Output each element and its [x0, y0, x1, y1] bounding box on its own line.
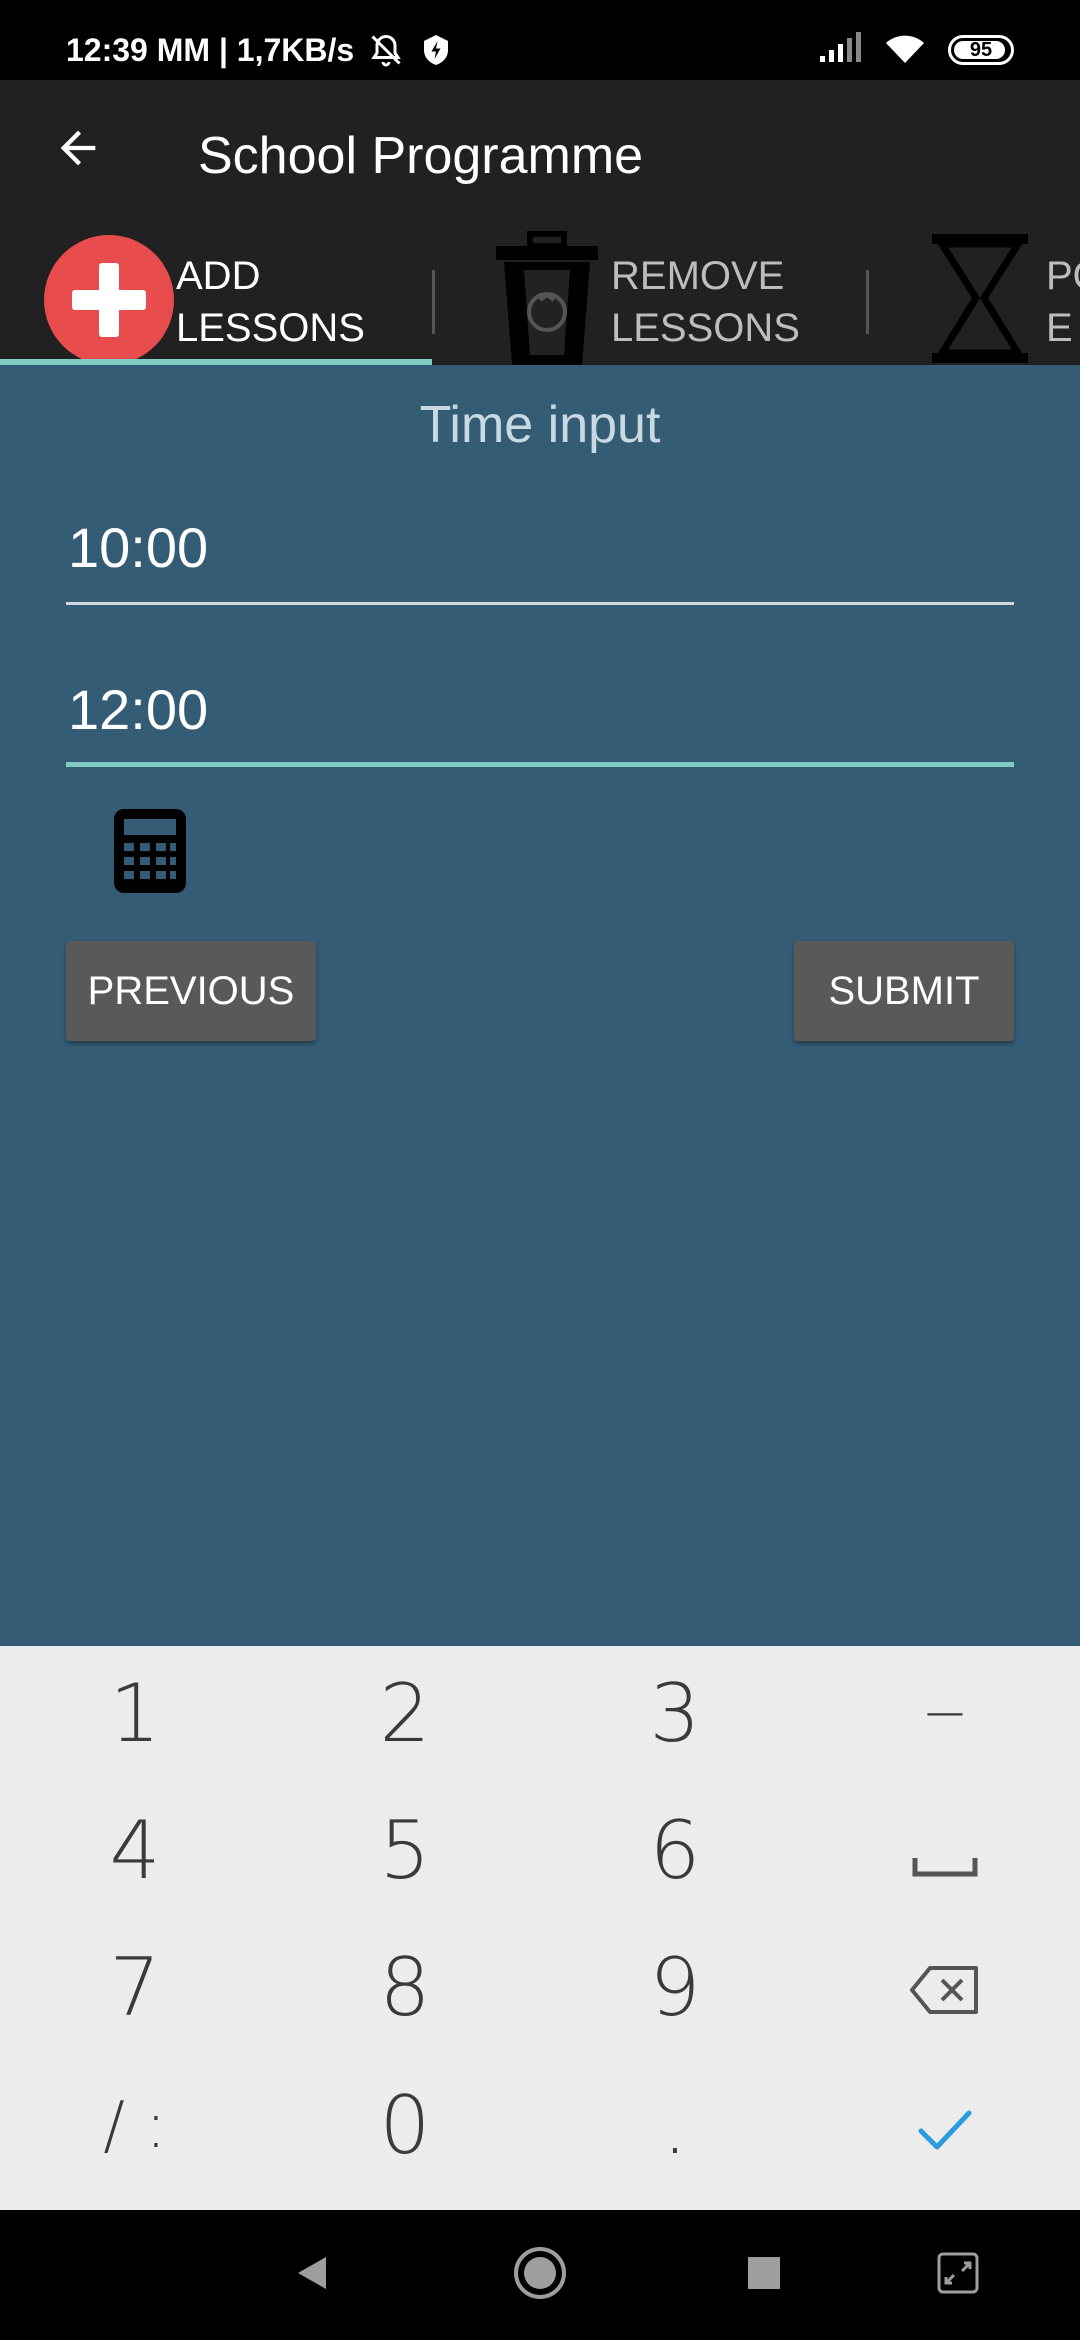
nav-home-button[interactable]: [500, 2235, 580, 2315]
status-bar: 12:39 MM | 1,7KB/s 95: [0, 0, 1080, 80]
circle-home-icon: [512, 2245, 568, 2306]
nav-recents-button[interactable]: [724, 2235, 804, 2315]
key-period[interactable]: .: [540, 2058, 810, 2193]
tab-bar: ADD LESSONS REMOVE LESSONS PO E: [0, 230, 1080, 365]
key-6[interactable]: 6: [540, 1783, 810, 1918]
key-4[interactable]: 4: [0, 1783, 270, 1918]
backspace-key[interactable]: [810, 1920, 1080, 2055]
system-nav-bar: [0, 2210, 1080, 2340]
key-0[interactable]: 0: [270, 2058, 540, 2193]
battery-icon: 95: [948, 35, 1014, 65]
key-5[interactable]: 5: [270, 1783, 540, 1918]
recycle-bin-icon: [492, 230, 602, 365]
add-circle-icon: [44, 235, 174, 365]
start-time-value: 10:00: [68, 516, 209, 579]
time-input-form: Time input 10:00 12:00 PREVIOUS SUBMIT: [0, 365, 1080, 1646]
tab-third[interactable]: PO E: [870, 230, 1080, 365]
nav-assist-button[interactable]: [918, 2235, 998, 2315]
field-underline: [66, 602, 1014, 605]
key-1[interactable]: 1: [0, 1646, 270, 1781]
tab-third-label: PO E: [1046, 254, 1080, 350]
tab-divider: [866, 270, 869, 334]
tab-add-lessons-label: ADD LESSONS: [176, 254, 365, 350]
nav-back-button[interactable]: [272, 2235, 352, 2315]
square-recents-icon: [746, 2255, 782, 2296]
space-icon: [912, 1804, 978, 1897]
key-2[interactable]: 2: [270, 1646, 540, 1781]
app-bar: School Programme: [0, 80, 1080, 230]
done-key[interactable]: [810, 2058, 1080, 2193]
key-slash-colon[interactable]: / :: [0, 2058, 270, 2193]
battery-level: 95: [969, 38, 993, 61]
tab-add-lessons[interactable]: ADD LESSONS: [0, 230, 432, 365]
signal-icon: [818, 31, 862, 69]
submit-button[interactable]: SUBMIT: [794, 941, 1014, 1041]
expand-icon: [936, 2251, 980, 2300]
tab-remove-lessons-label: REMOVE LESSONS: [611, 254, 800, 350]
triangle-back-icon: [292, 2253, 332, 2298]
space-key[interactable]: [810, 1783, 1080, 1918]
calculator-button[interactable]: [110, 805, 190, 897]
tab-divider: [432, 270, 435, 334]
key-8[interactable]: 8: [270, 1920, 540, 2055]
backspace-icon: [910, 1941, 980, 2034]
start-time-field[interactable]: 10:00: [66, 495, 1014, 605]
page-title: School Programme: [198, 127, 644, 185]
key-minus[interactable]: −: [810, 1646, 1080, 1781]
calculator-icon: [110, 809, 190, 901]
numeric-keyboard: 1 2 3 − 4 5 6 7 8 9 / : 0 .: [0, 1646, 1080, 2210]
section-title: Time input: [419, 396, 661, 454]
hourglass-icon: [930, 232, 1030, 365]
key-3[interactable]: 3: [540, 1646, 810, 1781]
field-underline: [66, 762, 1014, 767]
back-button[interactable]: [40, 112, 116, 188]
bell-off-icon: [368, 32, 404, 68]
wifi-icon: [884, 31, 926, 70]
key-9[interactable]: 9: [540, 1920, 810, 2055]
end-time-value: 12:00: [68, 678, 209, 741]
arrow-left-icon: [52, 122, 104, 179]
key-7[interactable]: 7: [0, 1920, 270, 2055]
end-time-field[interactable]: 12:00: [66, 657, 1014, 767]
previous-button[interactable]: PREVIOUS: [66, 941, 316, 1041]
tab-remove-lessons[interactable]: REMOVE LESSONS: [436, 230, 868, 365]
shield-icon: [418, 32, 454, 68]
check-icon: [917, 2079, 973, 2172]
status-time-network: 12:39 MM | 1,7KB/s: [66, 31, 355, 68]
